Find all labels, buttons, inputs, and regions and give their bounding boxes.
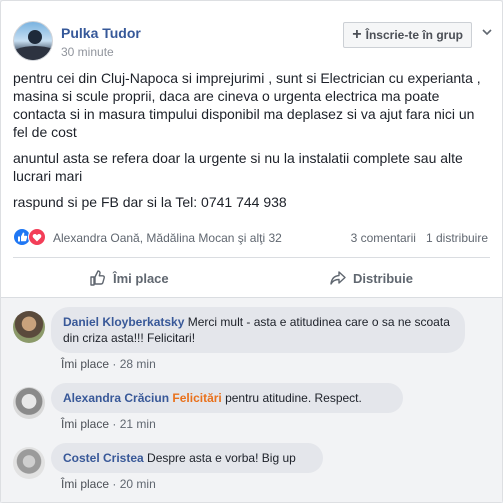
comment-meta: Îmi place · 20 min [61,477,156,491]
comments-shares-count[interactable]: 3 comentarii 1 distribuire [351,231,488,245]
separator-dot: · [112,357,117,371]
post-card: Pulka Tudor 30 minute + Înscrie-te în gr… [0,0,503,503]
post-paragraph: anuntul asta se refera doar la urgente s… [13,150,463,184]
comment-like-link[interactable]: Îmi place [61,417,109,431]
join-group-button[interactable]: + Înscrie-te în grup [343,22,472,48]
comments-section: Daniel Kloyberkatsky Merci mult - asta e… [1,298,502,502]
comment-like-link[interactable]: Îmi place [61,357,109,371]
post-paragraph: pentru cei din Cluj-Napoca si imprejurim… [13,70,481,140]
comment-text: pentru atitudine. Respect. [221,391,362,405]
comment-like-link[interactable]: Îmi place [61,477,109,491]
thumbs-up-icon [90,270,105,286]
chevron-down-icon[interactable] [482,27,492,37]
comment-bubble: Daniel Kloyberkatsky Merci mult - asta e… [51,307,465,353]
comment-emphasis: Felicitări [172,391,222,405]
comment-meta: Îmi place · 28 min [61,357,156,371]
commenter-avatar[interactable] [13,387,45,419]
comment-meta: Îmi place · 21 min [61,417,156,431]
separator-dot: · [112,417,117,431]
separator-dot: · [112,477,117,491]
commenter-avatar[interactable] [13,447,45,479]
author-avatar[interactable] [13,21,53,61]
comment-time[interactable]: 28 min [120,357,156,371]
post-header: Pulka Tudor 30 minute + Înscrie-te în gr… [13,19,492,63]
divider [13,257,490,258]
comment-bubble: Costel Cristea Despre asta e vorba! Big … [51,443,323,473]
comment-time[interactable]: 20 min [120,477,156,491]
comment-bubble: Alexandra Crăciun Felicitări pentru atit… [51,383,403,413]
like-button[interactable]: Îmi place [89,259,169,297]
plus-icon: + [352,26,362,43]
post-timestamp[interactable]: 30 minute [61,45,114,59]
love-reaction-icon [28,228,46,246]
like-reaction-icon [13,228,31,246]
comment-time[interactable]: 21 min [120,417,156,431]
comment: Daniel Kloyberkatsky Merci mult - asta e… [13,307,490,373]
commenter-avatar[interactable] [13,311,45,343]
reactions-names[interactable]: Alexandra Oană, Mădălina Mocan şi alţi 3… [53,231,282,245]
share-icon [330,271,346,285]
commenter-name[interactable]: Daniel Kloyberkatsky [63,315,184,329]
comment-text: Despre asta e vorba! Big up [147,451,296,465]
commenter-name[interactable]: Alexandra Crăciun [63,391,169,405]
commenter-name[interactable]: Costel Cristea [63,451,144,465]
author-name[interactable]: Pulka Tudor [61,25,141,41]
reaction-icons[interactable] [13,228,49,246]
post-actions: Îmi place Distribuie [13,259,490,297]
share-label: Distribuie [353,270,413,286]
comment: Costel Cristea Despre asta e vorba! Big … [13,443,490,491]
like-label: Îmi place [113,270,169,286]
comment: Alexandra Crăciun Felicitări pentru atit… [13,383,490,431]
join-group-label: Înscrie-te în grup [365,28,463,42]
post-body: pentru cei din Cluj-Napoca si imprejurim… [13,69,493,219]
share-button[interactable]: Distribuie [329,259,413,297]
post-paragraph: raspund si pe FB dar si la Tel: 0741 744… [13,194,287,210]
reactions-bar: Alexandra Oană, Mădălina Mocan şi alţi 3… [13,227,490,249]
